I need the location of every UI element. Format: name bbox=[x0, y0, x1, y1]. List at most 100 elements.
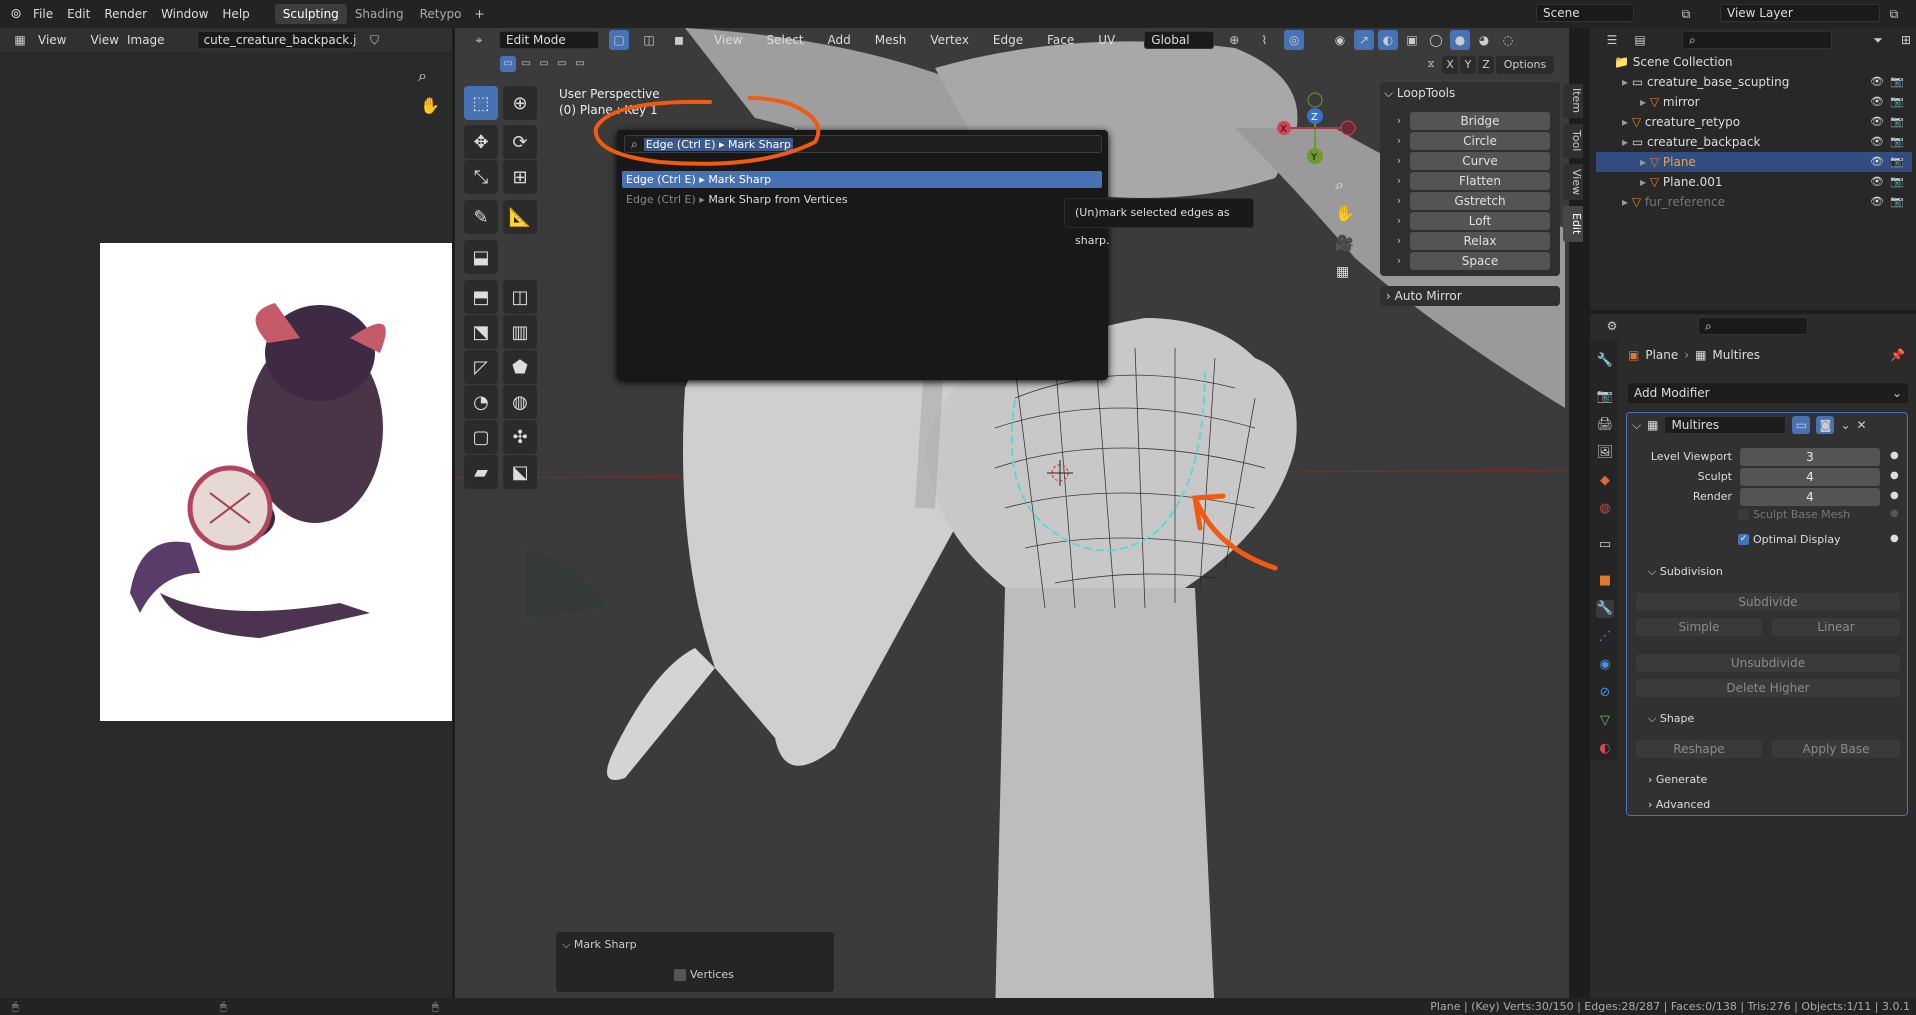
eye-icon[interactable]: 👁 bbox=[1870, 172, 1884, 192]
generate-subpanel-header[interactable]: › Generate bbox=[1648, 773, 1707, 786]
options-dropdown[interactable]: Options bbox=[1496, 56, 1554, 74]
eye-icon[interactable]: 👁 bbox=[1870, 132, 1884, 152]
expand-arrow-icon[interactable]: ▸ bbox=[1622, 75, 1632, 89]
mirror-x-toggle[interactable]: X bbox=[1442, 56, 1458, 74]
properties-editor-icon[interactable]: ⚙ bbox=[1602, 316, 1622, 336]
knife-tool[interactable]: ◸ bbox=[464, 350, 498, 384]
modifier-name-field[interactable]: Multires bbox=[1664, 416, 1787, 434]
image-menu-image[interactable]: Image bbox=[127, 33, 165, 47]
viewport-menu-add[interactable]: Add bbox=[821, 33, 858, 47]
mirror-z-toggle[interactable]: Z bbox=[1478, 56, 1494, 74]
outliner-row[interactable]: ▸ ▭ creature_backpack 👁 📷 bbox=[1596, 132, 1912, 152]
render-camera-icon[interactable]: 📷 bbox=[1890, 92, 1904, 112]
filter-icon[interactable]: ⏷ bbox=[1868, 30, 1888, 50]
tab-retypo[interactable]: Retypo bbox=[412, 4, 470, 24]
outliner-row[interactable]: ▸ ▽ creature_retypo 👁 📷 bbox=[1596, 112, 1912, 132]
ortho-toggle-icon[interactable]: ▦ bbox=[1336, 264, 1349, 280]
measure-tool[interactable]: 📐 bbox=[503, 200, 537, 234]
pivot-icon[interactable]: ⊕ bbox=[1224, 30, 1244, 50]
search-result-2[interactable]: Edge (Ctrl E) ▸ Mark Sharp from Vertices bbox=[622, 191, 1102, 208]
scale-tool[interactable]: ⤡ bbox=[464, 160, 498, 194]
looptools-expand-icon[interactable]: › bbox=[1390, 132, 1408, 150]
mode-dropdown[interactable]: Edit Mode bbox=[499, 31, 599, 49]
vertices-option[interactable]: Vertices bbox=[674, 968, 734, 981]
unsubdivide-button[interactable]: Unsubdivide bbox=[1636, 654, 1900, 672]
render-camera-icon[interactable]: 📷 bbox=[1890, 112, 1904, 132]
visibility-icon[interactable]: ◉ bbox=[1330, 30, 1350, 50]
looptools-header[interactable]: ⌵ LoopTools bbox=[1384, 86, 1455, 101]
constraints-tab-icon[interactable]: ⊘ bbox=[1596, 684, 1614, 702]
outliner-row[interactable]: ▸ ▽ Plane 👁 📷 bbox=[1596, 152, 1912, 172]
select-new-icon[interactable]: ▭ bbox=[500, 56, 516, 72]
modifier-tab-icon[interactable]: 🔧 bbox=[1596, 600, 1614, 618]
material-tab-icon[interactable]: ◐ bbox=[1596, 740, 1614, 758]
spin-tool[interactable]: ◔ bbox=[464, 385, 498, 419]
smooth-tool[interactable]: ◍ bbox=[503, 385, 537, 419]
collection-tab-icon[interactable]: ▭ bbox=[1596, 536, 1614, 554]
select-subtract-icon[interactable]: ▭ bbox=[536, 56, 552, 72]
editor-type-icon[interactable]: ▦ bbox=[10, 30, 30, 50]
menu-window[interactable]: Window bbox=[154, 7, 215, 21]
gizmo-icon[interactable]: ↗ bbox=[1354, 30, 1374, 50]
modifier-menu-icon[interactable]: ⌄ bbox=[1840, 418, 1850, 432]
viewport-menu-uv[interactable]: UV bbox=[1091, 33, 1122, 47]
properties-search[interactable]: ⌕ bbox=[1698, 317, 1808, 335]
optimal-display-checkbox[interactable]: ✓ bbox=[1738, 534, 1749, 545]
view-layer-field[interactable]: View Layer bbox=[1720, 4, 1880, 22]
viewport-menu-select[interactable]: Select bbox=[759, 33, 810, 47]
add-workspace-icon[interactable]: + bbox=[470, 4, 490, 24]
render-tab-icon[interactable]: 📷 bbox=[1596, 388, 1614, 406]
level-value-field[interactable]: 4 bbox=[1740, 468, 1880, 486]
looptools-expand-icon[interactable]: › bbox=[1390, 172, 1408, 190]
tab-view[interactable]: View bbox=[1563, 164, 1583, 200]
looptools-curve-button[interactable]: Curve bbox=[1410, 152, 1550, 170]
delete-higher-button[interactable]: Delete Higher bbox=[1636, 679, 1900, 697]
eye-icon[interactable]: 👁 bbox=[1870, 112, 1884, 132]
sculpt-base-mesh-option[interactable]: Sculpt Base Mesh bbox=[1738, 508, 1850, 521]
keyframe-dot-icon[interactable]: ● bbox=[1890, 450, 1899, 461]
simple-button[interactable]: Simple bbox=[1636, 618, 1762, 636]
scene-field[interactable]: Scene bbox=[1536, 4, 1634, 22]
looptools-loft-button[interactable]: Loft bbox=[1410, 212, 1550, 230]
loop-cut-tool[interactable]: ▥ bbox=[503, 315, 537, 349]
transform-tool[interactable]: ⊞ bbox=[503, 160, 537, 194]
looptools-flatten-button[interactable]: Flatten bbox=[1410, 172, 1550, 190]
keyframe-dot-icon[interactable]: ● bbox=[1890, 470, 1899, 481]
material-shading-icon[interactable]: ◕ bbox=[1474, 30, 1494, 50]
scene-selector[interactable]: Scene bbox=[1536, 4, 1634, 22]
looptools-expand-icon[interactable]: › bbox=[1390, 192, 1408, 210]
scene-tab-icon[interactable]: ◆ bbox=[1596, 472, 1614, 490]
looptools-expand-icon[interactable]: › bbox=[1390, 112, 1408, 130]
vertices-checkbox[interactable] bbox=[674, 968, 686, 981]
world-tab-icon[interactable]: ◍ bbox=[1596, 500, 1614, 518]
mirror-axis-icon[interactable]: ⧖ bbox=[1422, 56, 1440, 74]
viewport-menu-vertex[interactable]: Vertex bbox=[923, 33, 976, 47]
keyframe-dot-icon[interactable]: ● bbox=[1890, 490, 1899, 501]
select-extend-icon[interactable]: ▭ bbox=[518, 56, 534, 72]
expand-arrow-icon[interactable]: ▸ bbox=[1640, 175, 1650, 189]
looptools-circle-button[interactable]: Circle bbox=[1410, 132, 1550, 150]
add-cube-tool[interactable]: ⬓ bbox=[464, 240, 498, 274]
output-tab-icon[interactable]: 🖨 bbox=[1596, 416, 1614, 434]
edge-select-icon[interactable]: ◫ bbox=[639, 30, 659, 50]
outliner-row[interactable]: ▸ ▽ mirror 👁 📷 bbox=[1596, 92, 1912, 112]
eye-icon[interactable]: 👁 bbox=[1870, 92, 1884, 112]
render-camera-icon[interactable]: 📷 bbox=[1890, 192, 1904, 212]
object-tab-icon[interactable]: ■ bbox=[1596, 572, 1614, 590]
move-tool[interactable]: ✥ bbox=[464, 125, 498, 159]
expand-arrow-icon[interactable]: ▸ bbox=[1622, 115, 1632, 129]
scene-collection-row[interactable]: 📁 Scene Collection bbox=[1614, 52, 1733, 72]
new-collection-icon[interactable]: ⊞ bbox=[1896, 30, 1916, 50]
select-box-tool[interactable]: ⬚ bbox=[464, 86, 498, 120]
viewport-pan-icon[interactable]: ✋ bbox=[1335, 204, 1355, 223]
looptools-expand-icon[interactable]: › bbox=[1390, 232, 1408, 250]
subdivision-subpanel-header[interactable]: ⌵ Subdivision bbox=[1648, 565, 1723, 579]
advanced-subpanel-header[interactable]: › Advanced bbox=[1648, 798, 1710, 811]
navigation-gizmo[interactable]: Z X Y bbox=[1270, 86, 1360, 176]
menu-edit[interactable]: Edit bbox=[60, 7, 97, 21]
looptools-expand-icon[interactable]: › bbox=[1390, 252, 1408, 270]
shear-tool[interactable]: ▰ bbox=[464, 455, 498, 489]
render-camera-icon[interactable]: 📷 bbox=[1890, 152, 1904, 172]
shrink-fatten-tool[interactable]: ✣ bbox=[503, 420, 537, 454]
linear-button[interactable]: Linear bbox=[1772, 618, 1900, 636]
